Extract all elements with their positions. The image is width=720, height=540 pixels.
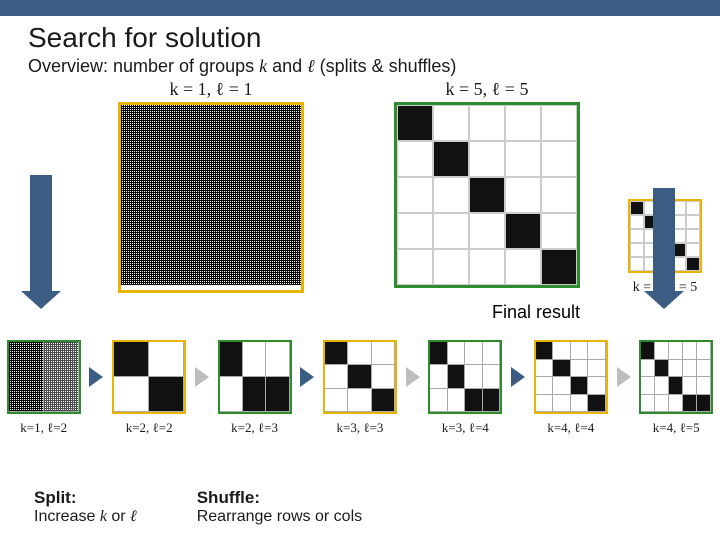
step-k4l5 xyxy=(637,340,716,414)
matrix-block-diagonal xyxy=(394,102,580,288)
top-row: k = 1, ℓ = 1 k = 5, ℓ = 5 xyxy=(28,79,692,309)
step-k1l2 xyxy=(4,340,83,414)
step-label: k=3, ℓ=4 xyxy=(426,420,506,436)
final-result-label: Final result xyxy=(492,302,580,323)
slide-body: Search for solution Overview: number of … xyxy=(0,16,720,309)
arrow-split xyxy=(300,367,314,387)
matrix-step xyxy=(7,340,81,414)
step-k3l3 xyxy=(320,340,399,414)
step-label: k=1, ℓ=2 xyxy=(4,420,84,436)
legend-shuffle-heading: Shuffle: xyxy=(197,488,362,508)
arrow-split xyxy=(89,367,103,387)
step-k3l4 xyxy=(426,340,505,414)
matrix-dense xyxy=(118,102,304,293)
arrow-shuffle xyxy=(195,367,209,387)
matrix-step xyxy=(534,340,608,414)
subtitle-text: Overview: number of groups xyxy=(28,56,259,76)
caption-left: k = 1, ℓ = 1 xyxy=(118,79,304,100)
step-k4l4 xyxy=(531,340,610,414)
arrow-shuffle xyxy=(617,367,631,387)
subtitle-text: and xyxy=(267,56,307,76)
matrix-step xyxy=(323,340,397,414)
slide-subtitle: Overview: number of groups k and ℓ (spli… xyxy=(28,56,692,77)
legend-split-text: Increase k or ℓ xyxy=(34,508,137,526)
step-label: k=3, ℓ=3 xyxy=(320,420,400,436)
arrow-shuffle xyxy=(406,367,420,387)
step-label: k=4, ℓ=5 xyxy=(636,420,716,436)
step-k2l3 xyxy=(215,340,294,414)
arrow-down-right xyxy=(653,188,675,295)
legend-shuffle-text: Rearrange rows or cols xyxy=(197,508,362,526)
matrix-step xyxy=(639,340,713,414)
panel-k5l5: k = 5, ℓ = 5 xyxy=(394,79,580,309)
step-k2l2 xyxy=(109,340,188,414)
legend-shuffle: Shuffle: Rearrange rows or cols xyxy=(197,488,362,526)
legend-split: Split: Increase k or ℓ xyxy=(34,488,137,526)
title-bar xyxy=(0,0,720,16)
caption-right: k = 5, ℓ = 5 xyxy=(394,79,580,100)
subtitle-k: k xyxy=(259,56,267,76)
legend-split-heading: Split: xyxy=(34,488,137,508)
arrow-split xyxy=(511,367,525,387)
matrix-step xyxy=(112,340,186,414)
step-label: k=2, ℓ=2 xyxy=(109,420,189,436)
step-label: k=4, ℓ=4 xyxy=(531,420,611,436)
arrow-down-left xyxy=(30,175,52,295)
step-label: k=2, ℓ=3 xyxy=(215,420,295,436)
matrix-step xyxy=(218,340,292,414)
subtitle-text: (splits & shuffles) xyxy=(315,56,457,76)
matrix-step xyxy=(428,340,502,414)
strip-labels: k=1, ℓ=2 k=2, ℓ=2 k=2, ℓ=3 k=3, ℓ=3 k=3,… xyxy=(4,420,716,436)
slide-title: Search for solution xyxy=(28,22,692,54)
progression-strip xyxy=(4,340,716,414)
panel-k1l1: k = 1, ℓ = 1 xyxy=(118,79,304,309)
legend: Split: Increase k or ℓ Shuffle: Rearrang… xyxy=(34,488,362,526)
subtitle-l: ℓ xyxy=(307,56,315,76)
